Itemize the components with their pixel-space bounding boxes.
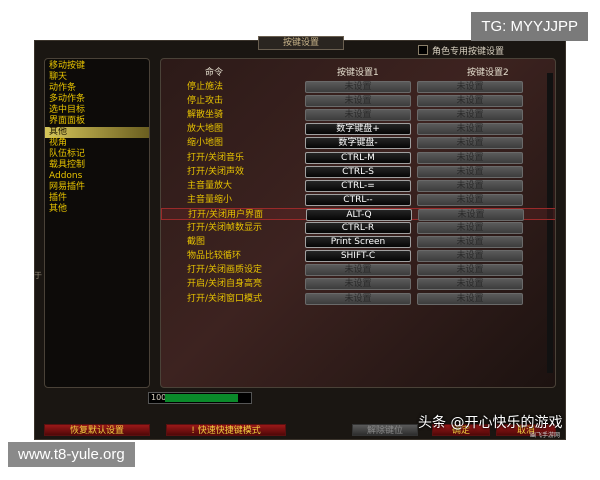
quick-bind-label: 快速快捷键模式 [197,426,261,436]
command-label: 打开/关闭画质设定 [187,265,263,276]
keybind-row: 打开/关闭用户界面 ALT-Q 未设置 [161,207,555,221]
command-label: 打开/关闭窗口模式 [187,293,263,304]
restore-defaults-button[interactable]: 恢复默认设置 [44,424,150,436]
keybind-row: 打开/关闭音乐 CTRL-M 未设置 [161,151,555,164]
category-item[interactable]: 视角 [45,138,149,149]
key2-button[interactable]: 未设置 [417,264,523,277]
command-label: 停止施法 [187,82,224,92]
key2-button[interactable]: 未设置 [417,179,523,192]
category-item[interactable]: 载具控制 [45,160,149,171]
command-label: 打开/关闭声效 [187,166,245,177]
keybind-row: 主音量缩小 CTRL-- 未设置 [161,193,555,206]
key2-button[interactable]: 未设置 [417,250,523,263]
command-label: 物品比较循环 [187,251,242,262]
key2-button[interactable]: 未设置 [417,109,523,122]
category-item[interactable]: 队伍标记 [45,149,149,160]
keybind-row: 停止施法 未设置 未设置 [161,81,555,93]
command-label: 放大地图 [187,124,224,135]
progress-fill [165,394,239,402]
category-item[interactable]: 网易插件 [45,182,149,193]
keybind-row: 放大地图 数字键盘+ 未设置 [161,123,555,136]
keybind-list-panel: 命令 按键设置1 按键设置2 停止施法 未设置 未设置 停止攻击 未设置 未设置 解散坐骑未… [160,58,556,388]
key2-button[interactable]: 未设置 [417,137,523,150]
keybind-row: 主音量放大 CTRL-= 未设置 [161,179,555,192]
command-label: 解散坐骑 [187,110,224,121]
key1-button[interactable]: 未设置 [305,95,411,108]
keybind-row: 打开/关闭声效 CTRL-S 未设置 [161,165,555,178]
category-item[interactable]: 选中目标 [45,105,149,116]
progress-label: 100 [151,393,167,402]
category-item[interactable]: 界面面板 [45,116,149,127]
key1-button[interactable]: Print Screen [305,236,411,249]
character-specific-label: 角色专用按键设置 [432,46,505,57]
command-label: 截图 [187,237,206,248]
watermark-top-right: TG: MYYJJPP [471,12,588,41]
category-item[interactable]: 其他 [45,127,149,138]
key1-button[interactable]: CTRL-M [305,151,411,164]
command-label: 停止攻击 [187,96,224,107]
category-item[interactable]: Addons [45,171,149,182]
category-item[interactable]: 其他 [45,204,149,215]
key1-button[interactable]: 数字键盘+ [305,123,411,136]
category-item[interactable]: 多动作条 [45,94,149,105]
left-edge-text: 于 [34,271,42,280]
key2-button[interactable]: 未设置 [417,236,523,249]
category-item[interactable]: 聊天 [45,72,149,83]
key2-button[interactable]: 未设置 [417,292,523,305]
key1-button[interactable]: CTRL-S [305,165,411,178]
key1-button[interactable]: 未设置 [305,278,411,291]
key2-button[interactable]: 未设置 [417,278,523,291]
key2-button[interactable]: 未设置 [417,95,523,108]
header-key2: 按键设置2 [467,68,509,78]
quick-bind-button[interactable]: ! 快速快捷键模式 [166,424,286,436]
category-item[interactable]: 插件 [45,193,149,204]
command-label: 打开/关闭帧数显示 [187,223,263,233]
watermark-bottom-left: www.t8-yule.org [8,442,135,467]
keybind-row: 停止攻击 未设置 未设置 [161,95,555,108]
window-title: 按键设置 [258,36,344,50]
command-label: 缩小地图 [187,138,224,149]
keybind-row: 缩小地图 数字键盘- 未设置 [161,137,555,150]
command-label: 主音量放大 [187,180,233,191]
command-label: 主音量缩小 [187,194,233,205]
category-list: 移动按键 聊天 动作条 多动作条 选中目标 界面面板 其他 视角 队伍标记 载具控制 Addons 网… [44,58,150,388]
category-item[interactable]: 动作条 [45,83,149,94]
keybind-row: 截图 Print Screen 未设置 [161,236,555,249]
key1-button[interactable]: 未设置 [305,264,411,277]
key2-button[interactable]: 未设置 [417,193,523,206]
keybind-row: 打开/关闭画质设定 未设置 未设置 [161,264,555,277]
category-item[interactable]: 移动按键 [45,61,149,72]
unbind-button[interactable]: 解除键位 [352,424,418,436]
progress-bar: 100 [148,392,252,404]
key2-button[interactable]: 未设置 [418,208,524,221]
watermark-toutiao: 头条 @开心快乐的游戏 [418,415,563,431]
key1-button[interactable]: CTRL-= [305,179,411,192]
character-specific-checkbox[interactable] [418,45,428,55]
header-key1: 按键设置1 [337,68,379,78]
key1-button[interactable]: 数字键盘- [305,137,411,150]
keybind-row: 打开/关闭窗口模式 未设置 未设置 [161,292,555,305]
keybind-row: 打开/关闭帧数显示 CTRL-R 未设置 [161,222,555,234]
key1-button[interactable]: 未设置 [305,81,411,93]
key2-button[interactable]: 未设置 [417,123,523,136]
key1-button[interactable]: SHIFT-C [305,250,411,263]
command-label: 开启/关闭自身高亮 [187,279,263,290]
key2-button[interactable]: 未设置 [417,222,523,234]
key1-button[interactable]: CTRL-R [305,222,411,234]
key2-button[interactable]: 未设置 [417,165,523,178]
keybind-row: 开启/关闭自身高亮 未设置 未设置 [161,278,555,291]
command-label: 打开/关闭音乐 [187,152,245,163]
header-command: 命令 [205,68,224,78]
key1-button[interactable]: 未设置 [305,292,411,305]
watermark-small: 幽飞手游网 [530,432,561,439]
key1-button[interactable]: ALT-Q [306,208,412,221]
keybind-row: 解散坐骑 未设置 未设置 [161,109,555,122]
key1-button[interactable]: 未设置 [305,109,411,122]
keybind-row: 物品比较循环 SHIFT-C 未设置 [161,250,555,263]
character-specific-toggle[interactable]: 角色专用按键设置 [418,44,505,57]
key2-button[interactable]: 未设置 [417,151,523,164]
key2-button[interactable]: 未设置 [417,81,523,93]
command-label: 打开/关闭用户界面 [188,209,264,220]
key1-button[interactable]: CTRL-- [305,193,411,206]
